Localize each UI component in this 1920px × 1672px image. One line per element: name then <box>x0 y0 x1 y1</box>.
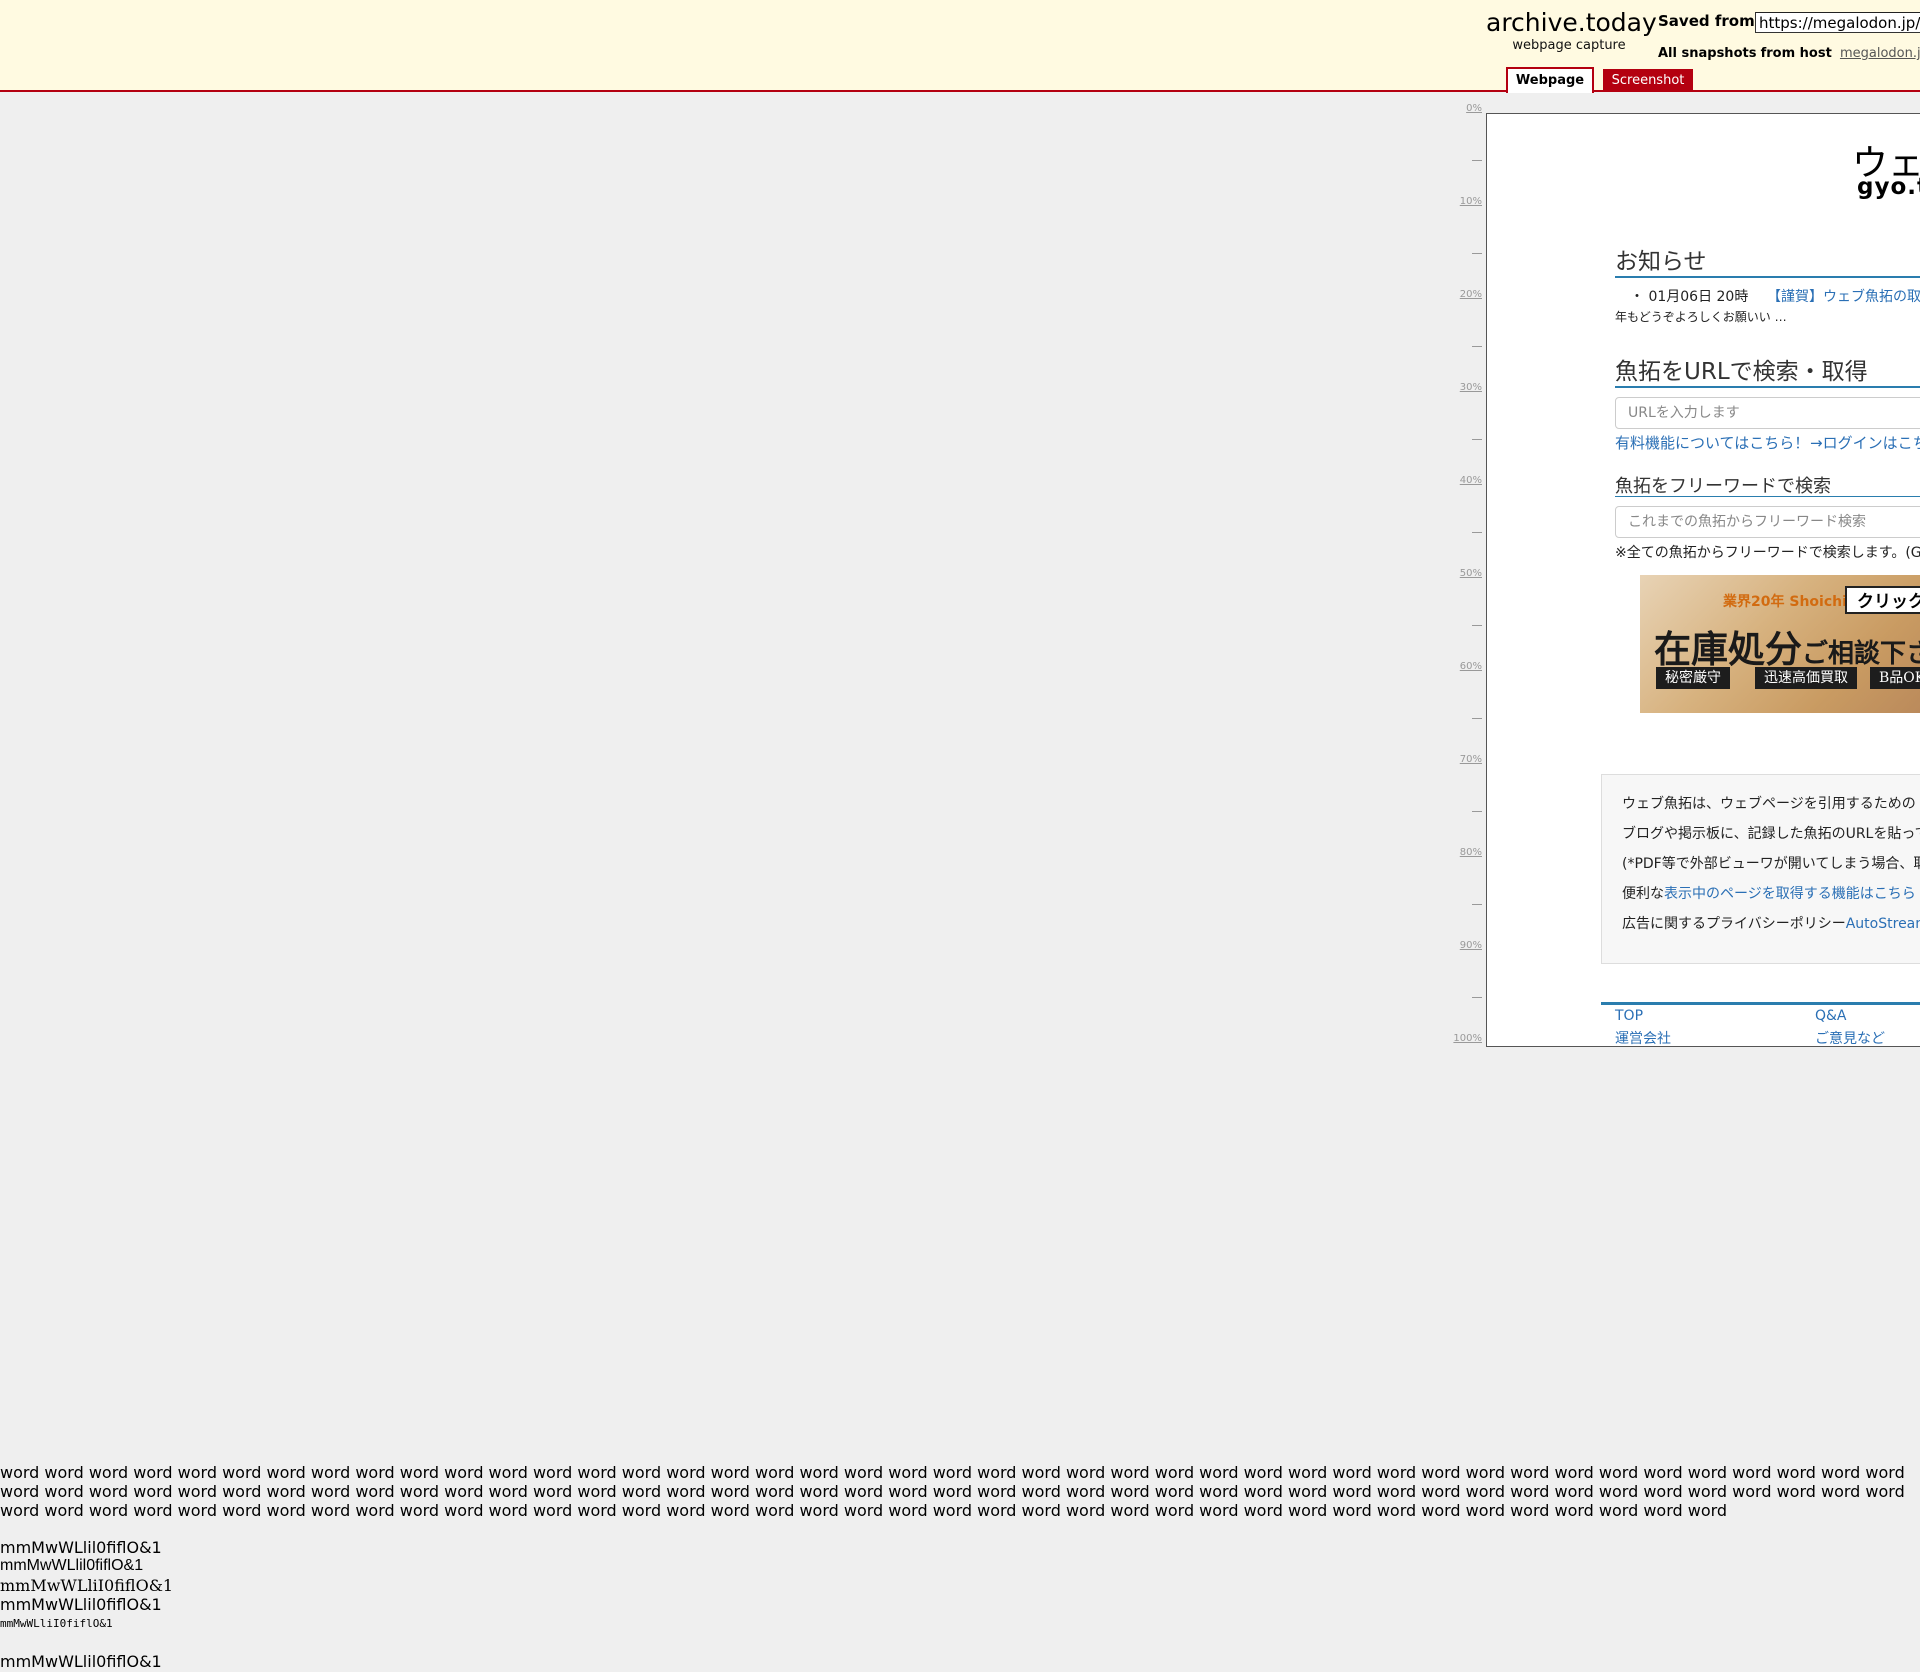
ruler-tick <box>1472 811 1482 812</box>
heading-underline <box>1615 276 1920 278</box>
font-test-words: word word word word word word word word … <box>0 1463 1905 1520</box>
font-sample: mmMwWLliI0fiflO&1 <box>0 1576 174 1595</box>
footer-link-top[interactable]: TOP <box>1615 1008 1643 1024</box>
font-sample: mmMwWLlil0fiflO&1 <box>0 1595 162 1614</box>
info-link[interactable]: 表示中のページを取得する機能はこちら <box>1664 886 1916 902</box>
saved-from-label: Saved from <box>1658 12 1755 30</box>
tab-screenshot[interactable]: Screenshot <box>1603 69 1693 92</box>
brand-subtitle: webpage capture <box>1512 38 1626 53</box>
ruler-label[interactable]: 80% <box>1440 847 1482 858</box>
info-box: ウェブ魚拓は、ウェブページを引用するための ブログや掲示板に、記録した魚拓のUR… <box>1601 774 1920 964</box>
ruler-label[interactable]: 20% <box>1440 289 1482 300</box>
paid-feature-link[interactable]: 有料機能についてはこちら！ <box>1615 432 1809 453</box>
ruler-tick <box>1472 997 1482 998</box>
ad-banner[interactable]: 業界20年 Shoichi クリック 在庫処分ご相談下さい 秘密厳守 迅速高価買… <box>1640 575 1920 713</box>
ruler-tick <box>1472 253 1482 254</box>
news-heading: お知らせ <box>1615 249 1707 275</box>
freeword-heading: 魚拓をフリーワードで検索 <box>1615 476 1831 497</box>
info-line: 広告に関するプライバシーポリシーAutoStream <box>1622 913 1920 933</box>
info-text: 広告に関するプライバシーポリシー <box>1622 916 1846 932</box>
from-host-label: from host <box>1760 46 1832 61</box>
font-sample: mmMwWLlil0fiflO&1 <box>0 1538 162 1557</box>
ruler-label[interactable]: 70% <box>1440 754 1482 765</box>
ad-headline-small: ご相談下さい <box>1802 639 1920 669</box>
site-logo-sub[interactable]: gyo.t <box>1857 174 1920 200</box>
login-link[interactable]: →ログインはこち <box>1810 432 1920 453</box>
font-sample: mmMwWLlil0fiflO&1 <box>0 1652 162 1671</box>
ruler-label[interactable]: 10% <box>1440 196 1482 207</box>
ruler-label[interactable]: 90% <box>1440 940 1482 951</box>
ad-headline: 在庫処分ご相談下さい <box>1654 619 1920 673</box>
freeword-note: ※全ての魚拓からフリーワードで検索します。(G <box>1615 545 1920 561</box>
url-search-heading: 魚拓をURLで検索・取得 <box>1615 359 1868 385</box>
ruler-tick <box>1472 160 1482 161</box>
info-link[interactable]: AutoStream <box>1846 916 1920 932</box>
ruler-tick <box>1472 625 1482 626</box>
heading-underline <box>1615 386 1920 388</box>
ruler-label[interactable]: 50% <box>1440 568 1482 579</box>
footer-divider <box>1601 1002 1920 1005</box>
font-sample: mmMwWLliI0fiflO&1 <box>0 1617 113 1630</box>
ad-chip: B品OK <box>1870 667 1920 689</box>
all-snapshots-label[interactable]: All snapshots <box>1658 46 1756 61</box>
brand-title[interactable]: archive.today <box>1486 8 1657 38</box>
footer-link-qa[interactable]: Q&A <box>1815 1008 1847 1024</box>
news-date: ・ 01月06日 20時 <box>1630 289 1749 305</box>
archive-brand[interactable]: archive.today webpage capture <box>1486 8 1657 53</box>
news-link[interactable]: 【謹賀】ウェブ魚拓の取 <box>1767 286 1920 306</box>
news-tail: 年もどうぞよろしくお願いい … <box>1615 310 1787 324</box>
ruler-tick <box>1472 532 1482 533</box>
captured-page-frame: ウェブ gyo.t お知らせ ・ 01月06日 20時 【謹賀】ウェブ魚拓の取 … <box>1486 113 1920 1047</box>
ruler-tick <box>1472 439 1482 440</box>
info-line: 便利な表示中のページを取得する機能はこちら <box>1622 883 1916 903</box>
ad-badge: 業界20年 Shoichi <box>1723 594 1847 610</box>
ad-chip: 迅速高価買取 <box>1755 667 1857 689</box>
ruler-tick <box>1472 718 1482 719</box>
font-sample: mmMwWLlil0fiflO&1 <box>0 1557 144 1574</box>
host-link[interactable]: megalodon.jp <box>1840 46 1920 61</box>
saved-url-field[interactable]: https://megalodon.jp/ <box>1755 12 1920 33</box>
info-line: ブログや掲示板に、記録した魚拓のURLを貼って <box>1622 826 1920 842</box>
archive-header: archive.today webpage capture Saved from… <box>0 0 1920 93</box>
info-line: ウェブ魚拓は、ウェブページを引用するための <box>1622 796 1916 812</box>
heading-underline <box>1615 496 1920 497</box>
ruler-tick <box>1472 904 1482 905</box>
ruler-label[interactable]: 40% <box>1440 475 1482 486</box>
url-input[interactable]: URLを入力します <box>1615 397 1920 429</box>
freeword-input[interactable]: これまでの魚拓からフリーワード検索 <box>1615 506 1920 538</box>
info-line: (*PDF等で外部ビューワが開いてしまう場合、取 <box>1622 856 1920 872</box>
ruler-label[interactable]: 0% <box>1440 103 1482 114</box>
footer-link-feedback[interactable]: ご意見など <box>1815 1028 1885 1046</box>
snapshots-row: All snapshots from host megalodon.jp <box>1658 46 1920 61</box>
ruler-label[interactable]: 30% <box>1440 382 1482 393</box>
info-text: 便利な <box>1622 886 1664 902</box>
ruler-label[interactable]: 100% <box>1440 1033 1482 1044</box>
footer-link-company[interactable]: 運営会社 <box>1615 1028 1671 1046</box>
tab-webpage[interactable]: Webpage <box>1506 67 1594 93</box>
ad-click-button[interactable]: クリック <box>1845 586 1920 614</box>
ad-chip: 秘密厳守 <box>1656 667 1730 689</box>
ruler-tick <box>1472 346 1482 347</box>
ad-headline-big: 在庫処分 <box>1654 627 1802 671</box>
ruler-label[interactable]: 60% <box>1440 661 1482 672</box>
